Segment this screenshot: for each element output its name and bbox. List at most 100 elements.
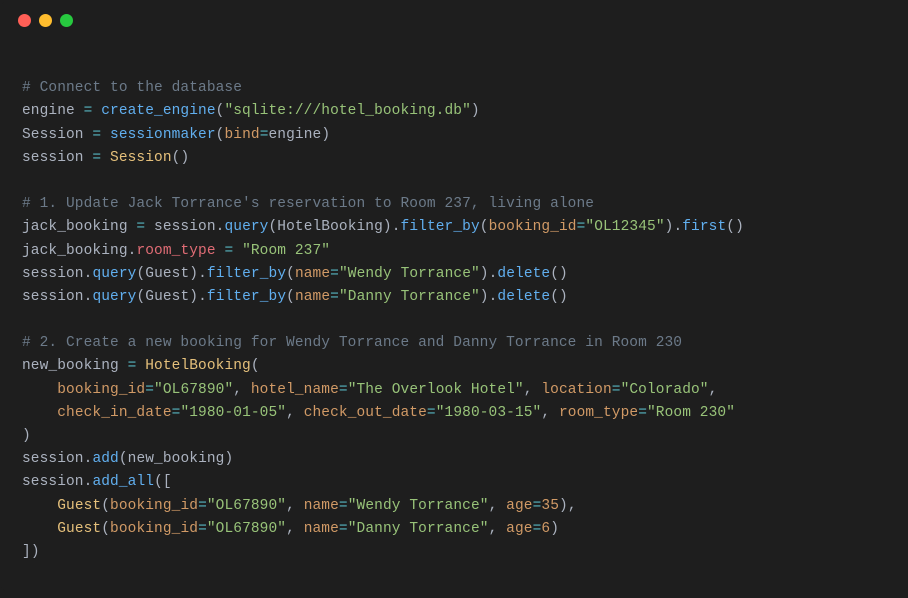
code-token: booking_id — [110, 498, 198, 514]
code-token: ] — [22, 544, 31, 560]
code-token: , — [286, 498, 304, 514]
code-token: session — [22, 266, 84, 282]
code-token: delete — [497, 289, 550, 305]
code-token: sessionmaker — [110, 127, 216, 143]
code-token: Session — [22, 127, 84, 143]
code-token: ) — [383, 219, 392, 235]
code-token: ( — [726, 219, 735, 235]
code-token: ( — [136, 266, 145, 282]
code-token: create_engine — [101, 103, 215, 119]
code-comment: # 1. Update Jack Torrance's reservation … — [22, 196, 594, 212]
code-token: . — [198, 289, 207, 305]
code-token: "Wendy Torrance" — [348, 498, 489, 514]
code-token: "Danny Torrance" — [339, 289, 480, 305]
code-token: ) — [22, 428, 31, 444]
indent — [22, 405, 57, 421]
code-token: ) — [559, 498, 568, 514]
code-token: = — [145, 382, 154, 398]
code-token: session — [22, 451, 84, 467]
code-token: . — [392, 219, 401, 235]
code-token: hotel_name — [251, 382, 339, 398]
code-token: room_type — [136, 243, 215, 259]
close-icon[interactable] — [18, 14, 31, 27]
code-token: session — [22, 289, 84, 305]
code-token: age — [506, 498, 532, 514]
code-token: ( — [154, 474, 163, 490]
code-token: . — [673, 219, 682, 235]
code-token: = — [75, 103, 101, 119]
code-token: = — [128, 219, 154, 235]
code-token: = — [339, 382, 348, 398]
code-token: "OL67890" — [207, 521, 286, 537]
code-token: , — [489, 521, 507, 537]
code-token: 35 — [541, 498, 559, 514]
code-token: "Room 237" — [242, 243, 330, 259]
code-token: session — [22, 150, 84, 166]
code-token: "Danny Torrance" — [348, 521, 489, 537]
code-token: ) — [471, 103, 480, 119]
code-token: query — [92, 266, 136, 282]
code-token: booking_id — [489, 219, 577, 235]
code-token: jack_booking — [22, 219, 128, 235]
code-token: ) — [180, 150, 189, 166]
code-token: = — [260, 127, 269, 143]
code-token: check_out_date — [304, 405, 427, 421]
code-token: ) — [559, 266, 568, 282]
code-token: = — [119, 358, 145, 374]
code-token: = — [84, 127, 110, 143]
code-token: Guest — [145, 266, 189, 282]
code-token: = — [84, 150, 110, 166]
code-token: ) — [189, 289, 198, 305]
code-token: ( — [119, 451, 128, 467]
code-token: ) — [480, 289, 489, 305]
code-token: filter_by — [401, 219, 480, 235]
indent — [22, 498, 57, 514]
code-token: 6 — [541, 521, 550, 537]
code-token: engine — [22, 103, 75, 119]
code-token: engine — [269, 127, 322, 143]
code-token: ) — [735, 219, 744, 235]
code-token: , — [709, 382, 718, 398]
code-token: HotelBooking — [145, 358, 251, 374]
code-token: query — [92, 289, 136, 305]
code-token: = — [339, 498, 348, 514]
code-area: # Connect to the database engine = creat… — [0, 40, 908, 592]
code-token: booking_id — [57, 382, 145, 398]
code-token: "OL12345" — [585, 219, 664, 235]
code-token: ( — [101, 498, 110, 514]
code-token: . — [198, 266, 207, 282]
code-token: HotelBooking — [277, 219, 383, 235]
zoom-icon[interactable] — [60, 14, 73, 27]
code-comment: # 2. Create a new booking for Wendy Torr… — [22, 335, 682, 351]
code-token: [ — [163, 474, 172, 490]
code-token: , — [524, 382, 542, 398]
code-token: ( — [136, 289, 145, 305]
code-token: name — [295, 266, 330, 282]
minimize-icon[interactable] — [39, 14, 52, 27]
code-token: = — [339, 521, 348, 537]
code-token: ( — [101, 521, 110, 537]
code-token: Guest — [57, 521, 101, 537]
code-token: session — [154, 219, 216, 235]
code-token: , — [568, 498, 577, 514]
code-token: ( — [286, 266, 295, 282]
code-token: ( — [286, 289, 295, 305]
code-token: delete — [497, 266, 550, 282]
code-token: add_all — [92, 474, 154, 490]
code-token: session — [22, 474, 84, 490]
code-token: ) — [550, 521, 559, 537]
code-token: age — [506, 521, 532, 537]
code-token: ) — [31, 544, 40, 560]
code-token: = — [216, 243, 242, 259]
code-token: "OL67890" — [154, 382, 233, 398]
indent — [22, 521, 57, 537]
code-comment: # Connect to the database — [22, 80, 242, 96]
window-titlebar — [0, 0, 908, 40]
code-token: ( — [268, 219, 277, 235]
code-token: "Room 230" — [647, 405, 735, 421]
code-token: ) — [480, 266, 489, 282]
code-token: "The Overlook Hotel" — [348, 382, 524, 398]
code-token: bind — [224, 127, 259, 143]
indent — [22, 382, 57, 398]
code-token: ) — [224, 451, 233, 467]
